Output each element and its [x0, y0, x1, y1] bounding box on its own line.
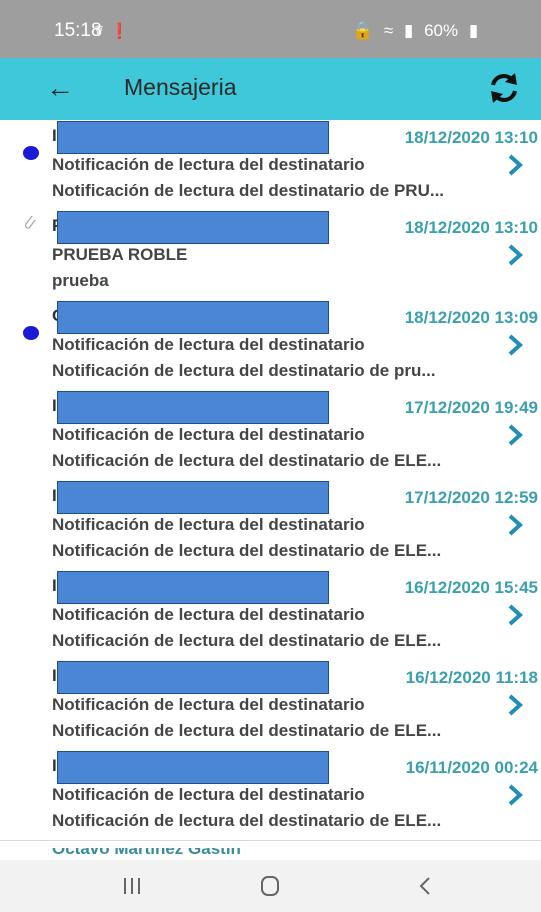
- message-date: 16/11/2020 00:24: [405, 758, 538, 777]
- message-subject: Notificación de lectura del destinatario: [52, 785, 365, 804]
- attachment-icon: [24, 215, 36, 229]
- battery-percent: 60%: [424, 21, 459, 40]
- message-date: 16/12/2020 11:18: [405, 668, 538, 687]
- message-subject: Notificación de lectura del destinatario: [52, 515, 365, 534]
- chevron-right-icon[interactable]: [505, 423, 525, 447]
- message-date: 16/12/2020 15:45: [404, 578, 538, 597]
- message-preview: Notificación de lectura del destinatario…: [52, 181, 445, 200]
- usb-icon: ☤: [94, 23, 111, 40]
- message-date: 18/12/2020 13:09: [404, 308, 538, 327]
- status-bar: 15:18 ☤❗ 🔒 ≈ ▮ 60% ▮: [0, 0, 541, 58]
- list-item[interactable]: I 16/12/2020 11:18 Notificación de lectura…: [0, 660, 541, 751]
- lock-icon: 🔒: [352, 21, 374, 40]
- back-arrow-icon[interactable]: ←: [46, 71, 74, 105]
- recent-apps-icon[interactable]: [112, 872, 152, 900]
- chevron-right-icon[interactable]: [505, 783, 525, 807]
- chevron-right-icon[interactable]: [505, 513, 525, 537]
- home-icon[interactable]: [250, 872, 290, 900]
- chevron-right-icon[interactable]: [505, 693, 525, 717]
- list-item[interactable]: C18/12/2020 13:09Notificación de lectura…: [0, 300, 541, 391]
- message-date: 17/12/2020 19:49: [404, 398, 538, 417]
- system-nav-bar: [0, 860, 541, 912]
- battery-icon: ▮: [468, 21, 479, 40]
- message-subject: Notificación de lectura del destinatario: [52, 695, 365, 714]
- message-subject: Notificación de lectura del destinatario: [52, 335, 365, 354]
- list-item[interactable]: P18/12/2020 13:10PRUEBA ROBLEprueba: [0, 210, 541, 301]
- status-notification-icons: ☤❗: [94, 22, 135, 40]
- chevron-right-icon[interactable]: [505, 333, 525, 357]
- alert-icon: ❗: [110, 23, 135, 40]
- list-item[interactable]: I 17/12/2020 19:49 Notificación de lectura…: [0, 390, 541, 481]
- message-subject: Notificación de lectura del destinatario: [52, 425, 365, 444]
- redaction-box: [57, 751, 329, 784]
- partial-sender: Octavo Martínez Gastin: [52, 848, 241, 858]
- wifi-icon: ≈: [383, 21, 394, 40]
- redaction-box: [57, 481, 329, 514]
- redaction-box: [57, 661, 329, 694]
- message-date: 18/12/2020 13:10: [404, 218, 538, 237]
- message-subject: Notificación de lectura del destinatario: [52, 605, 365, 624]
- chevron-right-icon[interactable]: [505, 603, 525, 627]
- redaction-box: [57, 121, 329, 154]
- message-preview: Notificación de lectura del destinatario…: [52, 721, 442, 740]
- list-item[interactable]: I 18/12/2020 13:10 Notificación de lectura…: [0, 120, 541, 211]
- signal-icon: ▮: [403, 21, 414, 40]
- message-subject: PRUEBA ROBLE: [52, 245, 188, 264]
- redaction-box: [57, 391, 329, 424]
- message-subject: Notificación de lectura del destinatario: [52, 155, 365, 174]
- list-item[interactable]: I 16/11/2020 00:24 Notificación de lectura…: [0, 750, 541, 841]
- unread-dot-icon: [23, 326, 39, 340]
- message-list[interactable]: I 18/12/2020 13:10 Notificación de lectura…: [0, 120, 541, 860]
- unread-dot-icon: [23, 146, 39, 160]
- redaction-box: [57, 571, 329, 604]
- app-bar: ← Mensajeria: [0, 58, 541, 120]
- redaction-box: [57, 301, 329, 334]
- message-preview: Notificación de lectura del destinatario…: [52, 811, 442, 830]
- message-preview: Notificación de lectura del destinatario…: [52, 451, 442, 470]
- message-preview: prueba: [52, 271, 109, 290]
- message-date: 17/12/2020 12:59: [404, 488, 538, 507]
- message-preview: Notificación de lectura del destinatario…: [52, 541, 442, 560]
- list-item[interactable]: I 17/12/2020 12:59 Notificación de lectura…: [0, 480, 541, 571]
- redaction-box: [57, 211, 329, 244]
- message-date: 18/12/2020 13:10: [404, 128, 538, 147]
- chevron-right-icon[interactable]: [505, 243, 525, 267]
- refresh-icon[interactable]: [486, 70, 522, 106]
- message-preview: Notificación de lectura del destinatario…: [52, 361, 436, 380]
- status-right: 🔒 ≈ ▮ 60% ▮: [352, 21, 484, 41]
- page-title: Mensajeria: [124, 74, 237, 100]
- chevron-right-icon[interactable]: [505, 153, 525, 177]
- message-preview: Notificación de lectura del destinatario…: [52, 631, 442, 650]
- nav-back-icon[interactable]: [406, 872, 446, 900]
- list-item[interactable]: I 16/12/2020 15:45 Notificación de lectura…: [0, 570, 541, 661]
